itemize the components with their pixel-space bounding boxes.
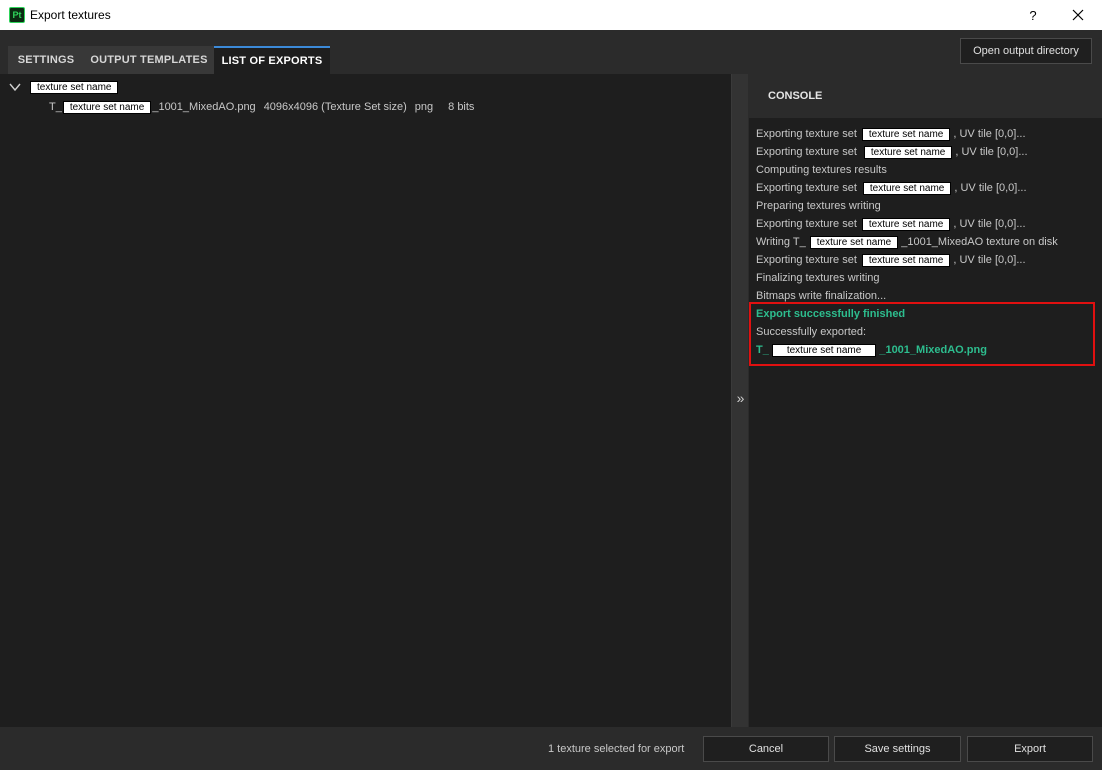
log-text: , UV tile [0,0]... [953, 218, 1026, 230]
log-text: Bitmaps write finalization... [756, 290, 887, 302]
texture-set-name-redacted: texture set name [861, 127, 951, 141]
log-line-success: Export successfully finished [756, 305, 905, 323]
window-title: Export textures [30, 8, 111, 22]
cancel-button[interactable]: Cancel [703, 736, 829, 762]
log-line: Exporting texture set texture set name ,… [756, 215, 1026, 233]
tab-output-templates[interactable]: OUTPUT TEMPLATES [84, 46, 214, 74]
panel-splitter[interactable]: » [731, 74, 748, 727]
log-line: Exporting texture set texture set name ,… [756, 251, 1026, 269]
log-line: Exporting texture set texture set name ,… [756, 125, 1026, 143]
log-text: _1001_MixedAO texture on disk [901, 236, 1058, 248]
log-text: Writing T_ [756, 236, 806, 248]
texture-set-name-redacted: texture set name [30, 80, 119, 94]
texture-set-name-redacted: texture set name [861, 217, 951, 231]
log-text: , UV tile [0,0]... [953, 254, 1026, 266]
texture-set-name-redacted: texture set name [861, 253, 951, 267]
console-log: Exporting texture set texture set name ,… [749, 118, 1102, 727]
close-icon [1072, 9, 1084, 21]
tab-settings[interactable]: SETTINGS [8, 46, 84, 74]
export-button[interactable]: Export [967, 736, 1093, 762]
tab-bar: SETTINGS OUTPUT TEMPLATES LIST OF EXPORT… [0, 30, 1102, 74]
log-text: Export successfully finished [756, 308, 906, 320]
log-text: , UV tile [0,0]... [954, 182, 1027, 194]
console-header: CONSOLE [749, 74, 1102, 118]
log-text: Preparing textures writing [756, 200, 881, 212]
footer-bar: 1 texture selected for export Cancel Sav… [0, 727, 1102, 770]
export-item-resolution: 4096x4096 (Texture Set size) [263, 101, 407, 113]
log-text: Exporting texture set [756, 128, 857, 140]
log-text: Exporting texture set [756, 254, 857, 266]
log-line-exported-file: T_ texture set name _1001_MixedAO.png [756, 341, 987, 359]
log-line: Exporting texture set texture set name ,… [756, 143, 1028, 161]
log-line: Writing T_ texture set name _1001_MixedA… [756, 233, 1058, 251]
log-line: Computing textures results [756, 161, 887, 179]
log-line: Preparing textures writing [756, 197, 881, 215]
log-text: Exporting texture set [756, 182, 857, 194]
log-text: Exporting texture set [756, 218, 857, 230]
texture-set-name-redacted: texture set name [62, 100, 152, 114]
log-text: Finalizing textures writing [756, 272, 880, 284]
painter-app-icon: Pt [9, 7, 25, 23]
tab-list-of-exports[interactable]: LIST OF EXPORTS [214, 46, 330, 74]
console-title: CONSOLE [768, 90, 823, 102]
chevron-down-icon[interactable] [8, 80, 22, 94]
export-item-format: png [414, 101, 434, 113]
open-output-directory-button[interactable]: Open output directory [960, 38, 1092, 64]
texture-set-name-redacted: texture set name [862, 181, 952, 195]
log-text: T_ [756, 344, 769, 356]
log-text: , UV tile [0,0]... [953, 128, 1026, 140]
export-item-prefix: T_ [49, 101, 62, 113]
log-text: Exporting texture set [756, 146, 857, 158]
export-item-filename-suffix: _1001_MixedAO.png [152, 101, 256, 113]
double-chevron-right-icon[interactable]: » [732, 390, 749, 406]
help-button[interactable]: ? [1020, 0, 1046, 30]
log-text: _1001_MixedAO.png [879, 344, 987, 356]
export-item-row[interactable]: T_ texture set name _1001_MixedAO.png 40… [49, 100, 474, 114]
texture-set-name-redacted: texture set name [809, 235, 899, 249]
title-bar: Pt Export textures ? [0, 0, 1102, 30]
log-line: Finalizing textures writing [756, 269, 880, 287]
texture-set-name-redacted: texture set name [863, 145, 953, 159]
log-text: Computing textures results [756, 164, 887, 176]
selection-status: 1 texture selected for export [548, 743, 685, 755]
close-button[interactable] [1062, 0, 1094, 30]
texture-set-name-redacted: texture set name [771, 343, 877, 357]
log-line: Exporting texture set texture set name ,… [756, 179, 1027, 197]
export-item-bits: 8 bits [448, 101, 475, 113]
log-text: Successfully exported: [756, 326, 867, 338]
log-text: , UV tile [0,0]... [955, 146, 1028, 158]
tree-root-row[interactable]: texture set name [8, 80, 119, 94]
save-settings-button[interactable]: Save settings [834, 736, 961, 762]
log-line: Successfully exported: [756, 323, 866, 341]
export-list-panel: texture set name T_ texture set name _10… [0, 74, 731, 727]
